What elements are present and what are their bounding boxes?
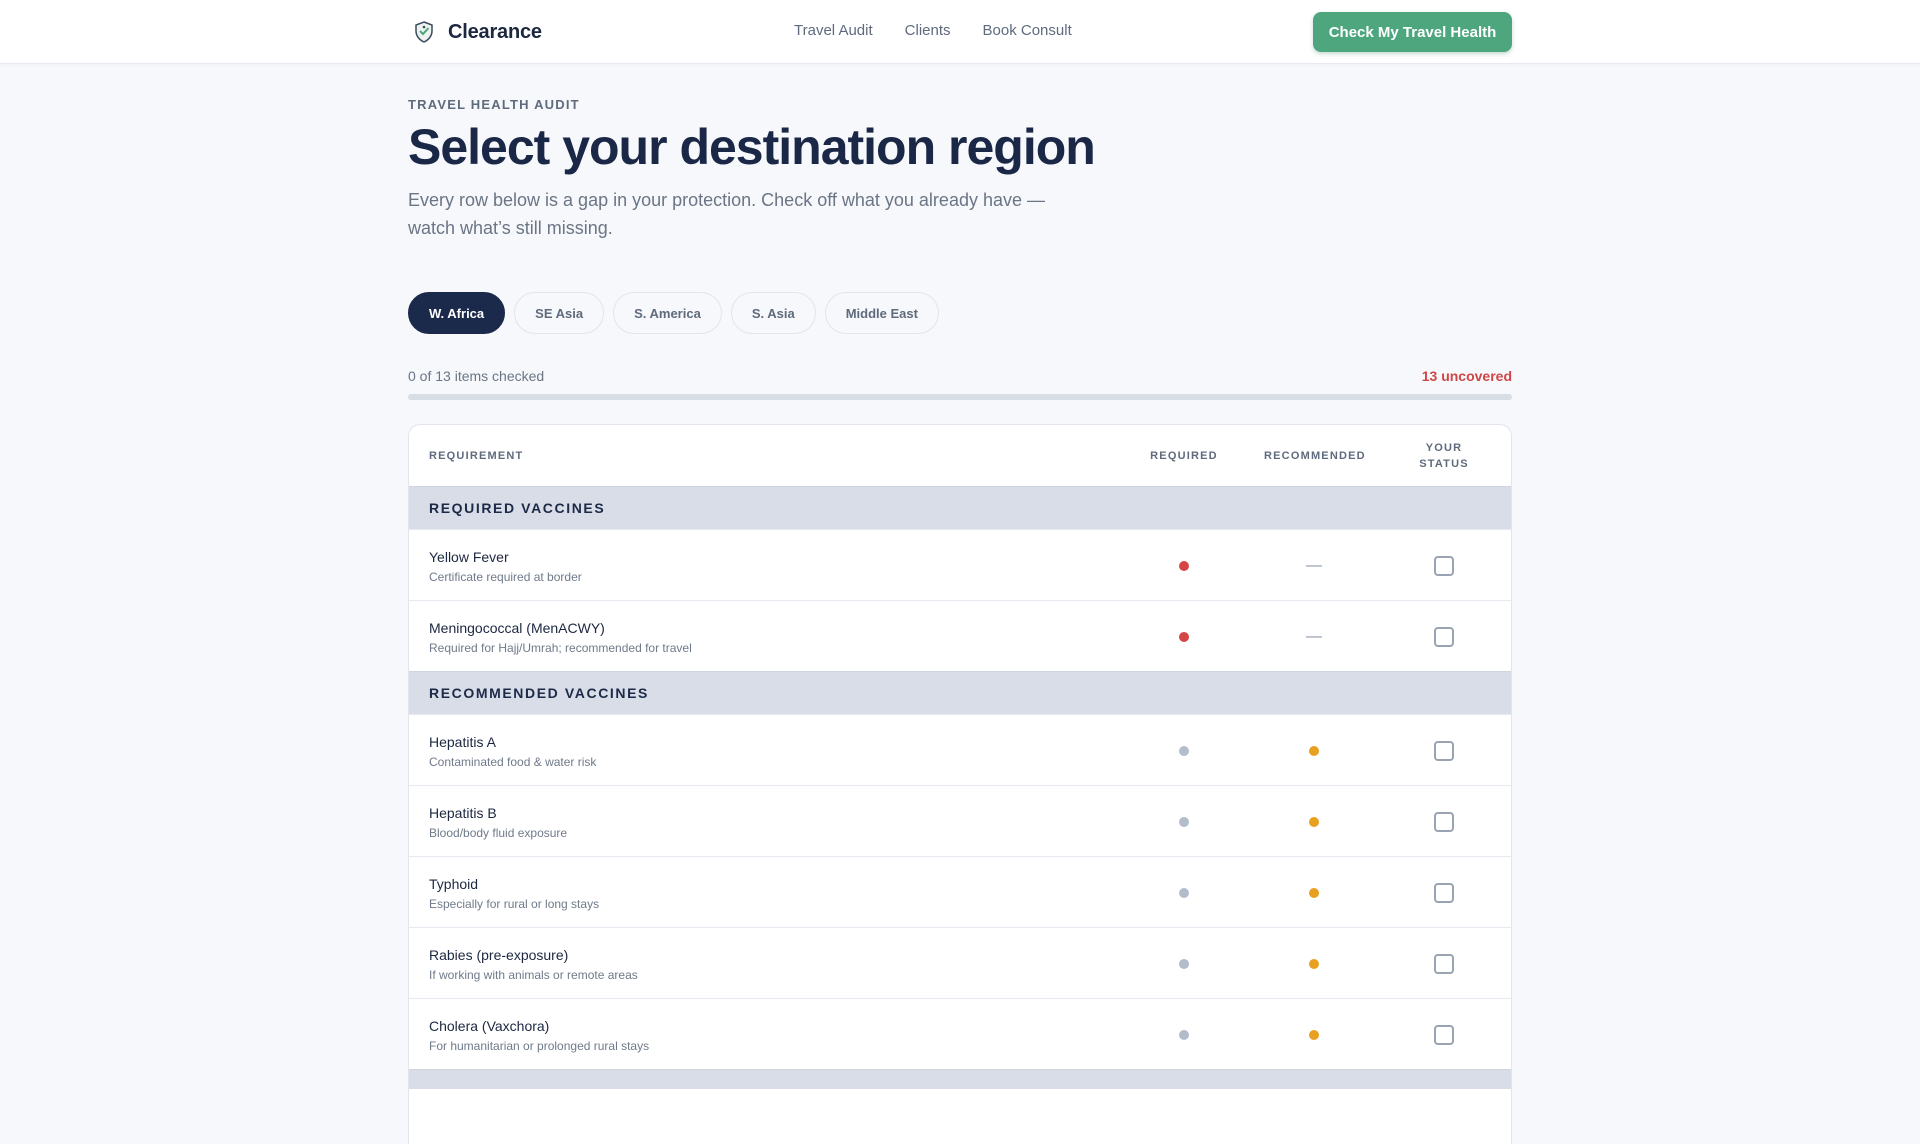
recommended-dash: —	[1306, 556, 1322, 574]
table-header: REQUIREMENT REQUIRED RECOMMENDED YOUR ST…	[409, 425, 1511, 486]
status-checkbox[interactable]	[1434, 882, 1454, 903]
requirement-name: Rabies (pre-exposure)	[429, 947, 569, 963]
inactive-dot-icon	[1179, 745, 1189, 756]
requirement-note: For humanitarian or prolonged rural stay…	[429, 1039, 650, 1053]
status-checkbox[interactable]	[1434, 555, 1454, 576]
required-dot-icon	[1179, 631, 1189, 642]
group-header: REQUIRED VACCINES	[409, 486, 1511, 529]
table-row: Rabies (pre-exposure) If working with an…	[409, 927, 1511, 998]
inactive-dot-icon	[1179, 887, 1189, 898]
header-recommended: RECOMMENDED	[1264, 450, 1366, 462]
requirement-note: Blood/body fluid exposure	[429, 826, 568, 840]
region-tabs: W. Africa SE Asia S. America S. Asia Mid…	[408, 292, 939, 334]
header-requirement: REQUIREMENT	[429, 450, 524, 462]
table-row: Cholera (Vaxchora) For humanitarian or p…	[409, 998, 1511, 1069]
header-required: REQUIRED	[1150, 450, 1218, 462]
table-row: Meningococcal (MenACWY) Required for Haj…	[409, 600, 1511, 671]
requirement-name: Yellow Fever	[429, 549, 509, 565]
inactive-dot-icon	[1179, 958, 1189, 969]
brand[interactable]: Clearance	[412, 18, 542, 46]
progress-count: 0 of 13 items checked	[408, 368, 545, 384]
group-title: REQUIRED VACCINES	[429, 500, 606, 516]
recommended-dash: —	[1306, 627, 1322, 645]
requirement-name: Hepatitis A	[429, 734, 496, 750]
tab-s-america[interactable]: S. America	[613, 292, 722, 334]
status-checkbox[interactable]	[1434, 953, 1454, 974]
main-nav: Travel Audit Clients Book Consult	[794, 22, 1072, 39]
page-subtitle: Every row below is a gap in your protect…	[408, 190, 1045, 238]
progress-bar	[408, 394, 1512, 400]
tab-se-asia[interactable]: SE Asia	[514, 292, 605, 334]
inactive-dot-icon	[1179, 816, 1189, 827]
status-checkbox[interactable]	[1434, 811, 1454, 832]
status-checkbox[interactable]	[1434, 1024, 1454, 1045]
nav-book-consult[interactable]: Book Consult	[983, 22, 1072, 39]
group-header	[409, 1069, 1511, 1089]
requirement-note: Certificate required at border	[429, 570, 582, 584]
group-title: RECOMMENDED VACCINES	[429, 685, 649, 701]
inactive-dot-icon	[1179, 1029, 1189, 1040]
brand-name: Clearance	[448, 20, 542, 43]
tab-middle-east[interactable]: Middle East	[824, 292, 939, 334]
uncovered-count: 13 uncovered	[1421, 368, 1512, 384]
recommended-dot-icon	[1309, 958, 1319, 969]
shield-logo-icon	[412, 18, 436, 46]
tab-s-asia[interactable]: S. Asia	[730, 292, 816, 334]
recommended-dot-icon	[1309, 887, 1319, 898]
nav-travel-audit[interactable]: Travel Audit	[794, 22, 873, 39]
nav-clients[interactable]: Clients	[905, 22, 951, 39]
requirement-name: Typhoid	[429, 876, 479, 892]
required-dot-icon	[1179, 560, 1189, 571]
table-row: Yellow Fever Certificate required at bor…	[409, 529, 1511, 600]
requirement-note: If working with animals or remote areas	[429, 968, 638, 982]
requirement-name: Cholera (Vaxchora)	[429, 1018, 550, 1034]
table-row: Typhoid Especially for rural or long sta…	[409, 856, 1511, 927]
header-your-status: YOUR STATUS	[1419, 442, 1469, 470]
eyebrow-label: TRAVEL HEALTH AUDIT	[408, 97, 580, 112]
requirement-note: Required for Hajj/Umrah; recommended for…	[429, 641, 692, 655]
table-row: Hepatitis A Contaminated food & water ri…	[409, 714, 1511, 785]
recommended-dot-icon	[1309, 745, 1319, 756]
requirements-table: REQUIREMENT REQUIRED RECOMMENDED YOUR ST…	[408, 424, 1512, 1144]
tab-w-africa[interactable]: W. Africa	[408, 292, 506, 334]
recommended-dot-icon	[1309, 1029, 1319, 1040]
requirement-name: Meningococcal (MenACWY)	[429, 620, 605, 636]
requirement-note: Contaminated food & water risk	[429, 755, 597, 769]
recommended-dot-icon	[1309, 816, 1319, 827]
status-checkbox[interactable]	[1434, 740, 1454, 761]
status-checkbox[interactable]	[1434, 626, 1454, 647]
requirement-note: Especially for rural or long stays	[429, 897, 600, 911]
group-header: RECOMMENDED VACCINES	[409, 671, 1511, 714]
check-travel-health-button[interactable]: Check My Travel Health	[1313, 12, 1512, 52]
top-navigation-bar: Clearance Travel Audit Clients Book Cons…	[0, 0, 1920, 64]
requirement-name: Hepatitis B	[429, 805, 497, 821]
page-title: Select your destination region	[408, 119, 1096, 175]
table-row: Hepatitis B Blood/body fluid exposure	[409, 785, 1511, 856]
